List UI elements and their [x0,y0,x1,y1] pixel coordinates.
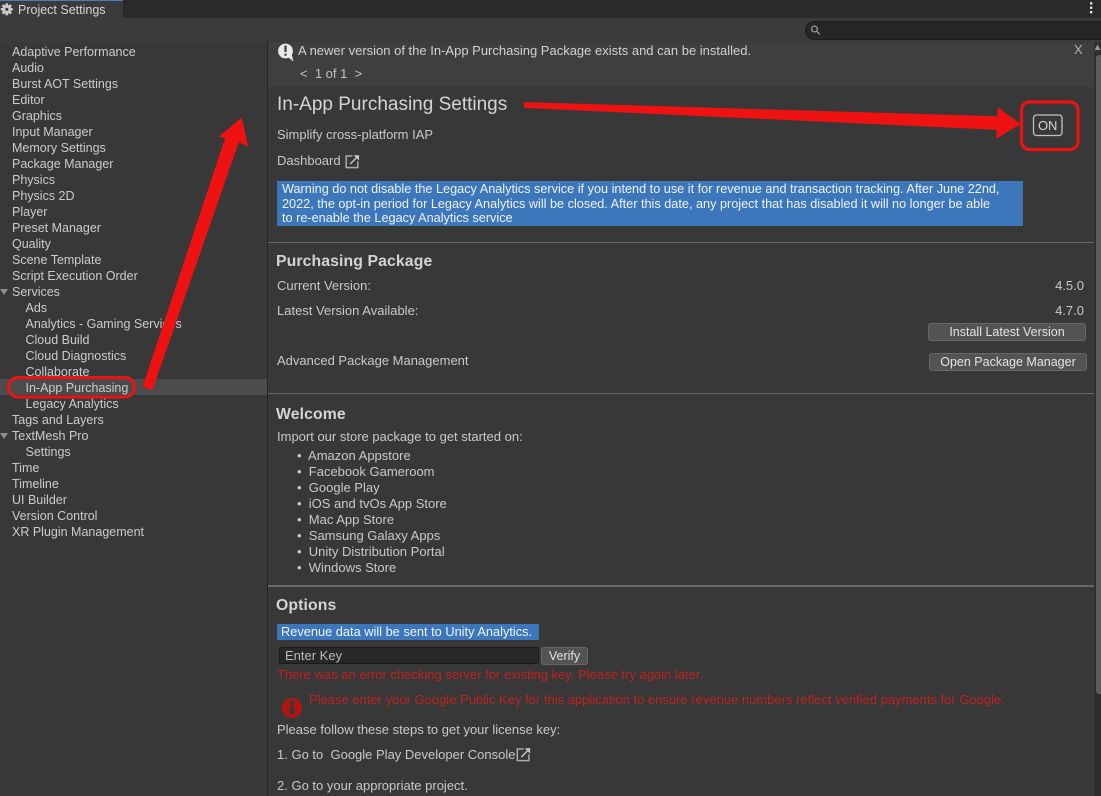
svg-text:ON: ON [1038,118,1058,133]
